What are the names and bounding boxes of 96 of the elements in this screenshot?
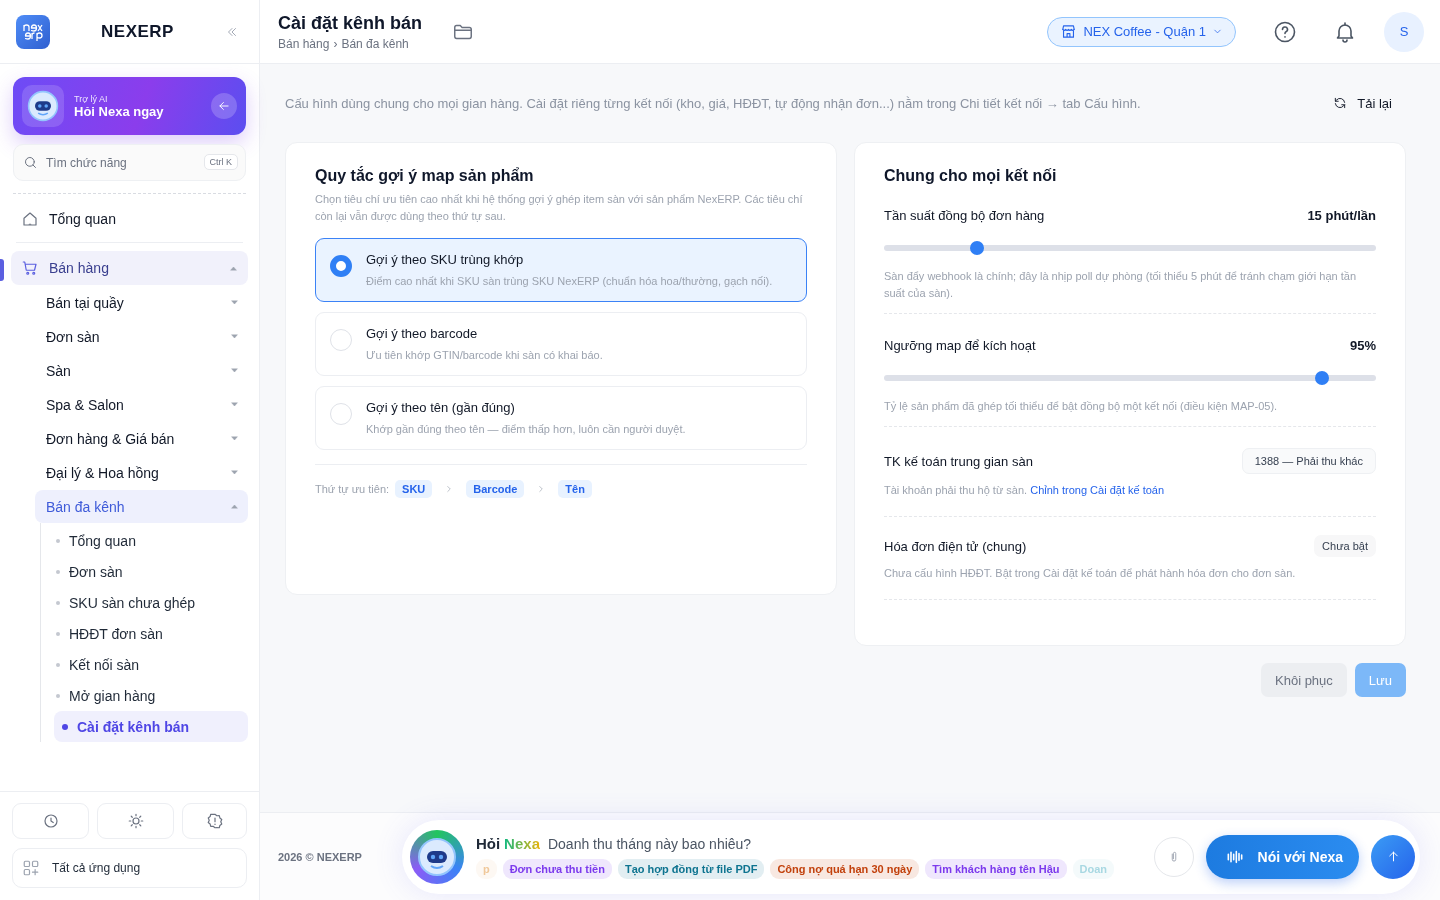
nav-item[interactable]: Bán tại quầy xyxy=(35,286,248,319)
priority-tag: Tên xyxy=(558,480,592,498)
priority-label: Thứ tự ưu tiên: xyxy=(315,483,390,495)
nav-item[interactable]: SKU sàn chưa ghép xyxy=(54,587,248,618)
search-icon xyxy=(23,155,38,170)
nav-item[interactable]: Mở gian hàng xyxy=(54,680,248,711)
setting-label: TK kế toán trung gian sàn xyxy=(884,453,1033,469)
status-badge: 1388 — Phải thu khác xyxy=(1241,448,1376,474)
caret-down-icon xyxy=(230,298,239,307)
card-title: Chung cho mọi kết nối xyxy=(884,167,1058,185)
priority-tag: SKU xyxy=(395,480,433,498)
option-description: Khớp gần đúng theo tên — điểm thấp hơn, luôn cần người duyệt. xyxy=(366,423,686,435)
settings-link[interactable]: Chỉnh trong Cài đặt kế toán xyxy=(1030,484,1165,496)
intro-text: Cấu hình dùng chung cho mọi gian hàng. Cài đặt riêng từng kết nối (kho, giá, HĐĐT, tự động nhận đơn...) nằm trong Chi tiết kết nối → tab Cấu hình. xyxy=(285,95,1142,111)
suggestion-chip[interactable]: Công nợ quá hạn 30 ngày xyxy=(770,858,920,879)
ai-assistant-card[interactable]: Trợ lý AI Hỏi Nexa ngay xyxy=(13,77,246,135)
card-description: Chọn tiêu chí ưu tiên cao nhất khi hệ thống gợi ý ghép item sàn với sản phẩm NexERP. Các tiêu chí còn lại vẫn được dùng theo thứ tự sau. xyxy=(315,192,804,224)
brand-name: NEXERP xyxy=(100,21,175,42)
setting-label: Tần suất đồng bộ đơn hàng xyxy=(884,207,1045,223)
sun-icon xyxy=(126,812,145,830)
nav-item[interactable]: Đơn hàng & Giá bán xyxy=(35,422,248,455)
setting-label: Ngưỡng map để kích hoạt xyxy=(884,337,1036,353)
nav-item[interactable]: Đại lý & Hoa hồng xyxy=(35,456,248,489)
caret-down-icon xyxy=(230,434,239,443)
nav-item[interactable]: Tổng quan xyxy=(54,525,248,556)
radio-button[interactable] xyxy=(330,255,352,277)
setting-label: Hóa đơn điện tử (chung) xyxy=(884,538,1027,554)
option-title: Gợi ý theo barcode xyxy=(366,326,479,341)
suggestion-chip[interactable]: Đơn chưa thu tiền xyxy=(502,858,612,879)
setting-hint: Sàn đẩy webhook là chính; đây là nhịp poll dự phòng (tối thiểu 5 phút để tránh chạm giới hạn tần suất của sàn). xyxy=(884,269,1357,301)
nav-item[interactable]: HĐĐT đơn sàn xyxy=(54,618,248,649)
history-icon xyxy=(41,812,60,830)
radio-option[interactable]: Gợi ý theo tên (gần đúng) Khớp gần đúng theo tên — điểm thấp hơn, luôn cần người duyệt. xyxy=(315,386,807,450)
reload-button[interactable]: Tải lại xyxy=(1319,95,1406,111)
setting-value: 95% xyxy=(1349,337,1376,353)
setting-hint: Tỷ lệ sản phẩm đã ghép tối thiểu để bật đồng bộ một kết nối (điều kiện MAP-05). xyxy=(884,399,1279,414)
arrow-left-icon xyxy=(217,99,231,113)
option-title: Gợi ý theo SKU trùng khớp xyxy=(366,252,525,267)
send-button[interactable] xyxy=(1371,834,1415,879)
nav-item[interactable]: Spa & Salon xyxy=(35,388,248,421)
slider-thumb[interactable] xyxy=(970,241,985,255)
status-badge: Chưa bật xyxy=(1314,535,1376,557)
breadcrumb-link[interactable]: Bán hàng xyxy=(278,36,330,51)
ask-label: Hỏi xyxy=(475,835,501,852)
tool-button[interactable] xyxy=(97,803,174,839)
slider-thumb[interactable] xyxy=(1314,371,1329,385)
option-description: Điểm cao nhất khi SKU sàn trùng SKU NexERP (chuẩn hóa hoa/thường, gạch nối). xyxy=(366,275,773,287)
setting-hint: Tài khoản phải thu hộ từ sàn. Chỉnh trong Cài đặt kế toán xyxy=(884,483,1166,498)
arrow-button[interactable] xyxy=(211,93,237,119)
active-indicator xyxy=(0,259,4,281)
caret-down-icon xyxy=(230,366,239,375)
suggestion-chip[interactable]: Tạo hợp đồng từ file PDF xyxy=(617,858,765,879)
option-description: Ưu tiên khớp GTIN/barcode khi sàn có khai báo. xyxy=(366,349,603,361)
robot-icon xyxy=(416,836,457,877)
all-apps-button[interactable]: Tất cả ứng dụng xyxy=(12,848,247,888)
cart-icon xyxy=(21,259,39,277)
logo-icon xyxy=(16,14,50,49)
suggestion-chip[interactable]: Tìm khách hàng tên Hậu xyxy=(925,858,1067,879)
voice-button[interactable]: Nói với Nexa xyxy=(1205,834,1359,879)
page-title: Cài đặt kênh bán xyxy=(278,12,423,34)
caret-down-icon xyxy=(230,468,239,477)
copyright-text: 2026 © NEXERP xyxy=(278,850,362,863)
radio-option[interactable]: Gợi ý theo barcode Ưu tiên khớp GTIN/barcode khi sàn có khai báo. xyxy=(315,312,807,376)
nav-item[interactable]: Tổng quan xyxy=(11,202,248,236)
setting-value: 15 phút/lần xyxy=(1307,207,1376,223)
robot-icon xyxy=(27,90,59,122)
refresh-icon xyxy=(1333,96,1348,110)
card-title: Quy tắc gợi ý map sản phẩm xyxy=(315,167,535,185)
nav-item[interactable]: Kết nối sàn xyxy=(54,649,248,680)
shortcut-hint: Ctrl K xyxy=(203,154,238,170)
nav-item[interactable]: Bán đa kênh xyxy=(35,490,248,523)
option-title: Gợi ý theo tên (gần đúng) xyxy=(366,400,516,415)
nav-item[interactable]: Đơn sàn xyxy=(54,556,248,587)
nav-item[interactable]: Cài đặt kênh bán xyxy=(54,711,248,742)
caret-up-icon xyxy=(230,502,239,511)
breadcrumb-link[interactable]: Bán đa kênh xyxy=(341,36,409,51)
store-selector[interactable]: NEX Coffee - Quận 1 xyxy=(1047,16,1236,47)
home-icon xyxy=(21,210,39,228)
ai-title: Hỏi Nexa ngay xyxy=(74,103,165,119)
radio-option[interactable]: Gợi ý theo SKU trùng khớp Điểm cao nhất khi SKU sàn trùng SKU NexERP (chuẩn hóa hoa/thường, gạch nối). xyxy=(315,238,807,302)
apps-grid-icon xyxy=(22,859,40,877)
tool-button[interactable] xyxy=(12,803,89,839)
caret-down-icon xyxy=(230,332,239,341)
nav-item[interactable]: Sàn xyxy=(35,354,248,387)
user-avatar[interactable]: S xyxy=(1384,11,1424,52)
ai-caption: Trợ lý AI xyxy=(74,93,109,104)
caret-down-icon xyxy=(230,400,239,409)
tool-button[interactable] xyxy=(182,803,247,839)
alert-icon xyxy=(205,812,224,830)
setting-hint: Chưa cấu hình HĐĐT. Bật trong Cài đặt kế toán để phát hành hóa đơn cho đơn sàn. xyxy=(884,566,1297,581)
priority-tag: Barcode xyxy=(466,480,525,498)
nav-item[interactable]: Đơn sàn xyxy=(35,320,248,353)
help-icon[interactable] xyxy=(1273,19,1297,44)
breadcrumb-separator: › xyxy=(333,36,338,51)
reset-button[interactable]: Khôi phục xyxy=(1261,663,1347,697)
store-icon xyxy=(1060,23,1078,40)
